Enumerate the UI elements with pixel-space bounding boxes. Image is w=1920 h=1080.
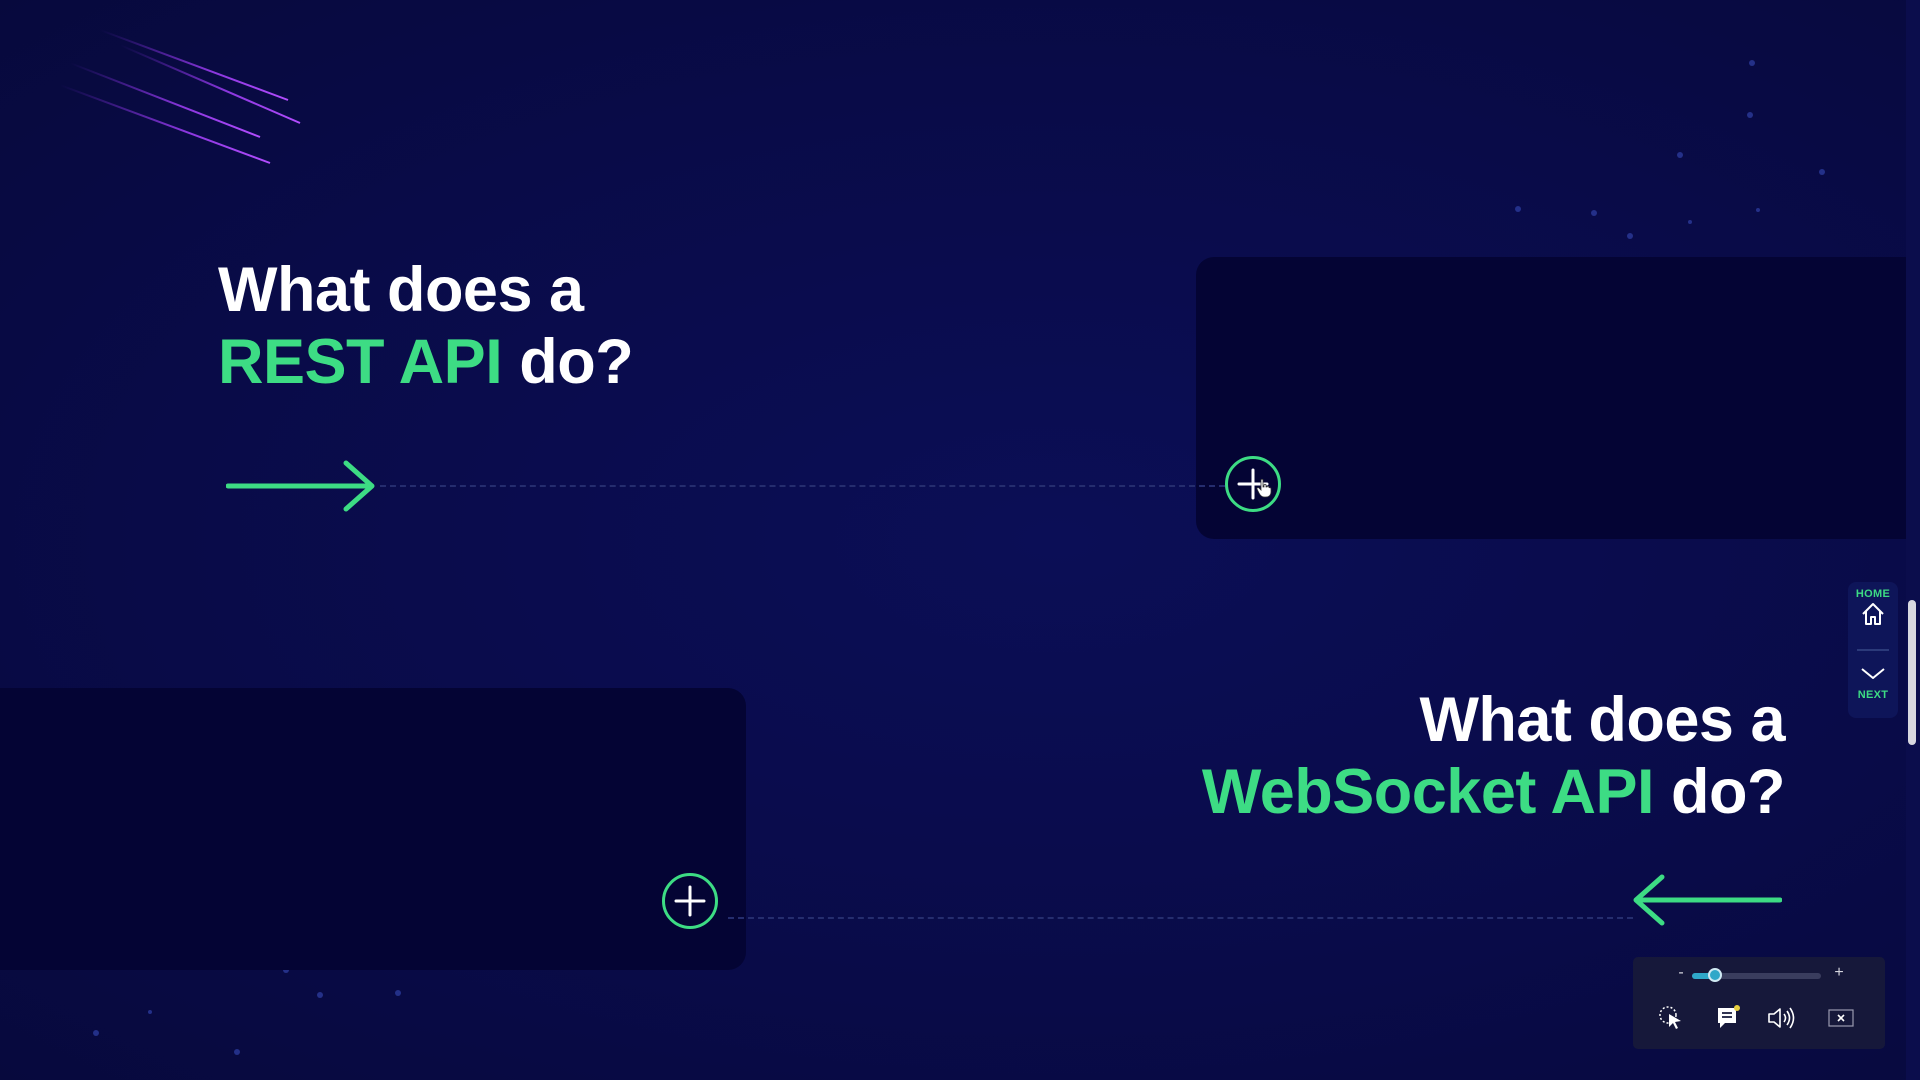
- side-navigation: HOME NEXT: [1848, 582, 1898, 718]
- rest-connector-line: [380, 485, 1225, 487]
- zoom-slider[interactable]: [1692, 968, 1821, 982]
- arrow-right-icon: [226, 460, 375, 512]
- home-nav-label: HOME: [1855, 588, 1891, 600]
- rest-api-heading: What does a REST API do?: [218, 254, 634, 398]
- websocket-expand-button[interactable]: [662, 873, 718, 929]
- close-player-button[interactable]: [1825, 1002, 1857, 1034]
- cursor-toggle-button[interactable]: [1655, 1002, 1687, 1034]
- nav-divider: [1857, 649, 1889, 651]
- zoom-in-button[interactable]: +: [1831, 963, 1847, 983]
- hand-pointer-icon: [1256, 478, 1272, 498]
- rest-heading-tail: do?: [519, 327, 634, 397]
- arrow-left-icon: [1633, 874, 1782, 926]
- zoom-out-button[interactable]: -: [1673, 963, 1689, 983]
- ws-heading-line2: WebSocket API do?: [1201, 756, 1786, 828]
- slide-page: What does a REST API do? What does a Web…: [0, 0, 1920, 1080]
- rest-heading-line2: REST API do?: [218, 326, 634, 398]
- ws-heading-line1: What does a: [1419, 685, 1785, 755]
- rest-expand-button[interactable]: [1225, 456, 1281, 512]
- websocket-api-card: [0, 688, 746, 970]
- audio-button[interactable]: [1765, 1002, 1797, 1034]
- next-nav-button[interactable]: NEXT: [1848, 662, 1898, 714]
- decorative-streaks: [60, 29, 301, 164]
- player-controls: - +: [1633, 957, 1885, 1049]
- ws-heading-tail: do?: [1671, 757, 1785, 827]
- close-icon: [1828, 1009, 1854, 1027]
- rest-heading-accent: REST API: [218, 327, 503, 397]
- websocket-api-heading: What does a WebSocket API do?: [1201, 684, 1786, 828]
- cursor-icon: [1659, 1006, 1681, 1029]
- plus-circle-icon: [674, 885, 706, 917]
- captions-icon: [1718, 1005, 1740, 1028]
- home-icon: [1862, 603, 1884, 625]
- rest-heading-line1: What does a: [218, 255, 584, 325]
- ws-heading-accent: WebSocket API: [1201, 757, 1655, 827]
- captions-button[interactable]: [1713, 1002, 1745, 1034]
- next-nav-label: NEXT: [1857, 689, 1889, 701]
- zoom-slider-handle[interactable]: [1708, 968, 1722, 982]
- scrollbar-track[interactable]: [1906, 0, 1920, 1080]
- websocket-connector-line: [728, 917, 1633, 919]
- scrollbar-thumb[interactable]: [1908, 600, 1916, 745]
- chevron-down-icon: [1861, 668, 1885, 679]
- audio-icon: [1768, 1007, 1795, 1029]
- home-nav-button[interactable]: HOME: [1848, 588, 1898, 640]
- rest-api-card: [1196, 257, 1920, 539]
